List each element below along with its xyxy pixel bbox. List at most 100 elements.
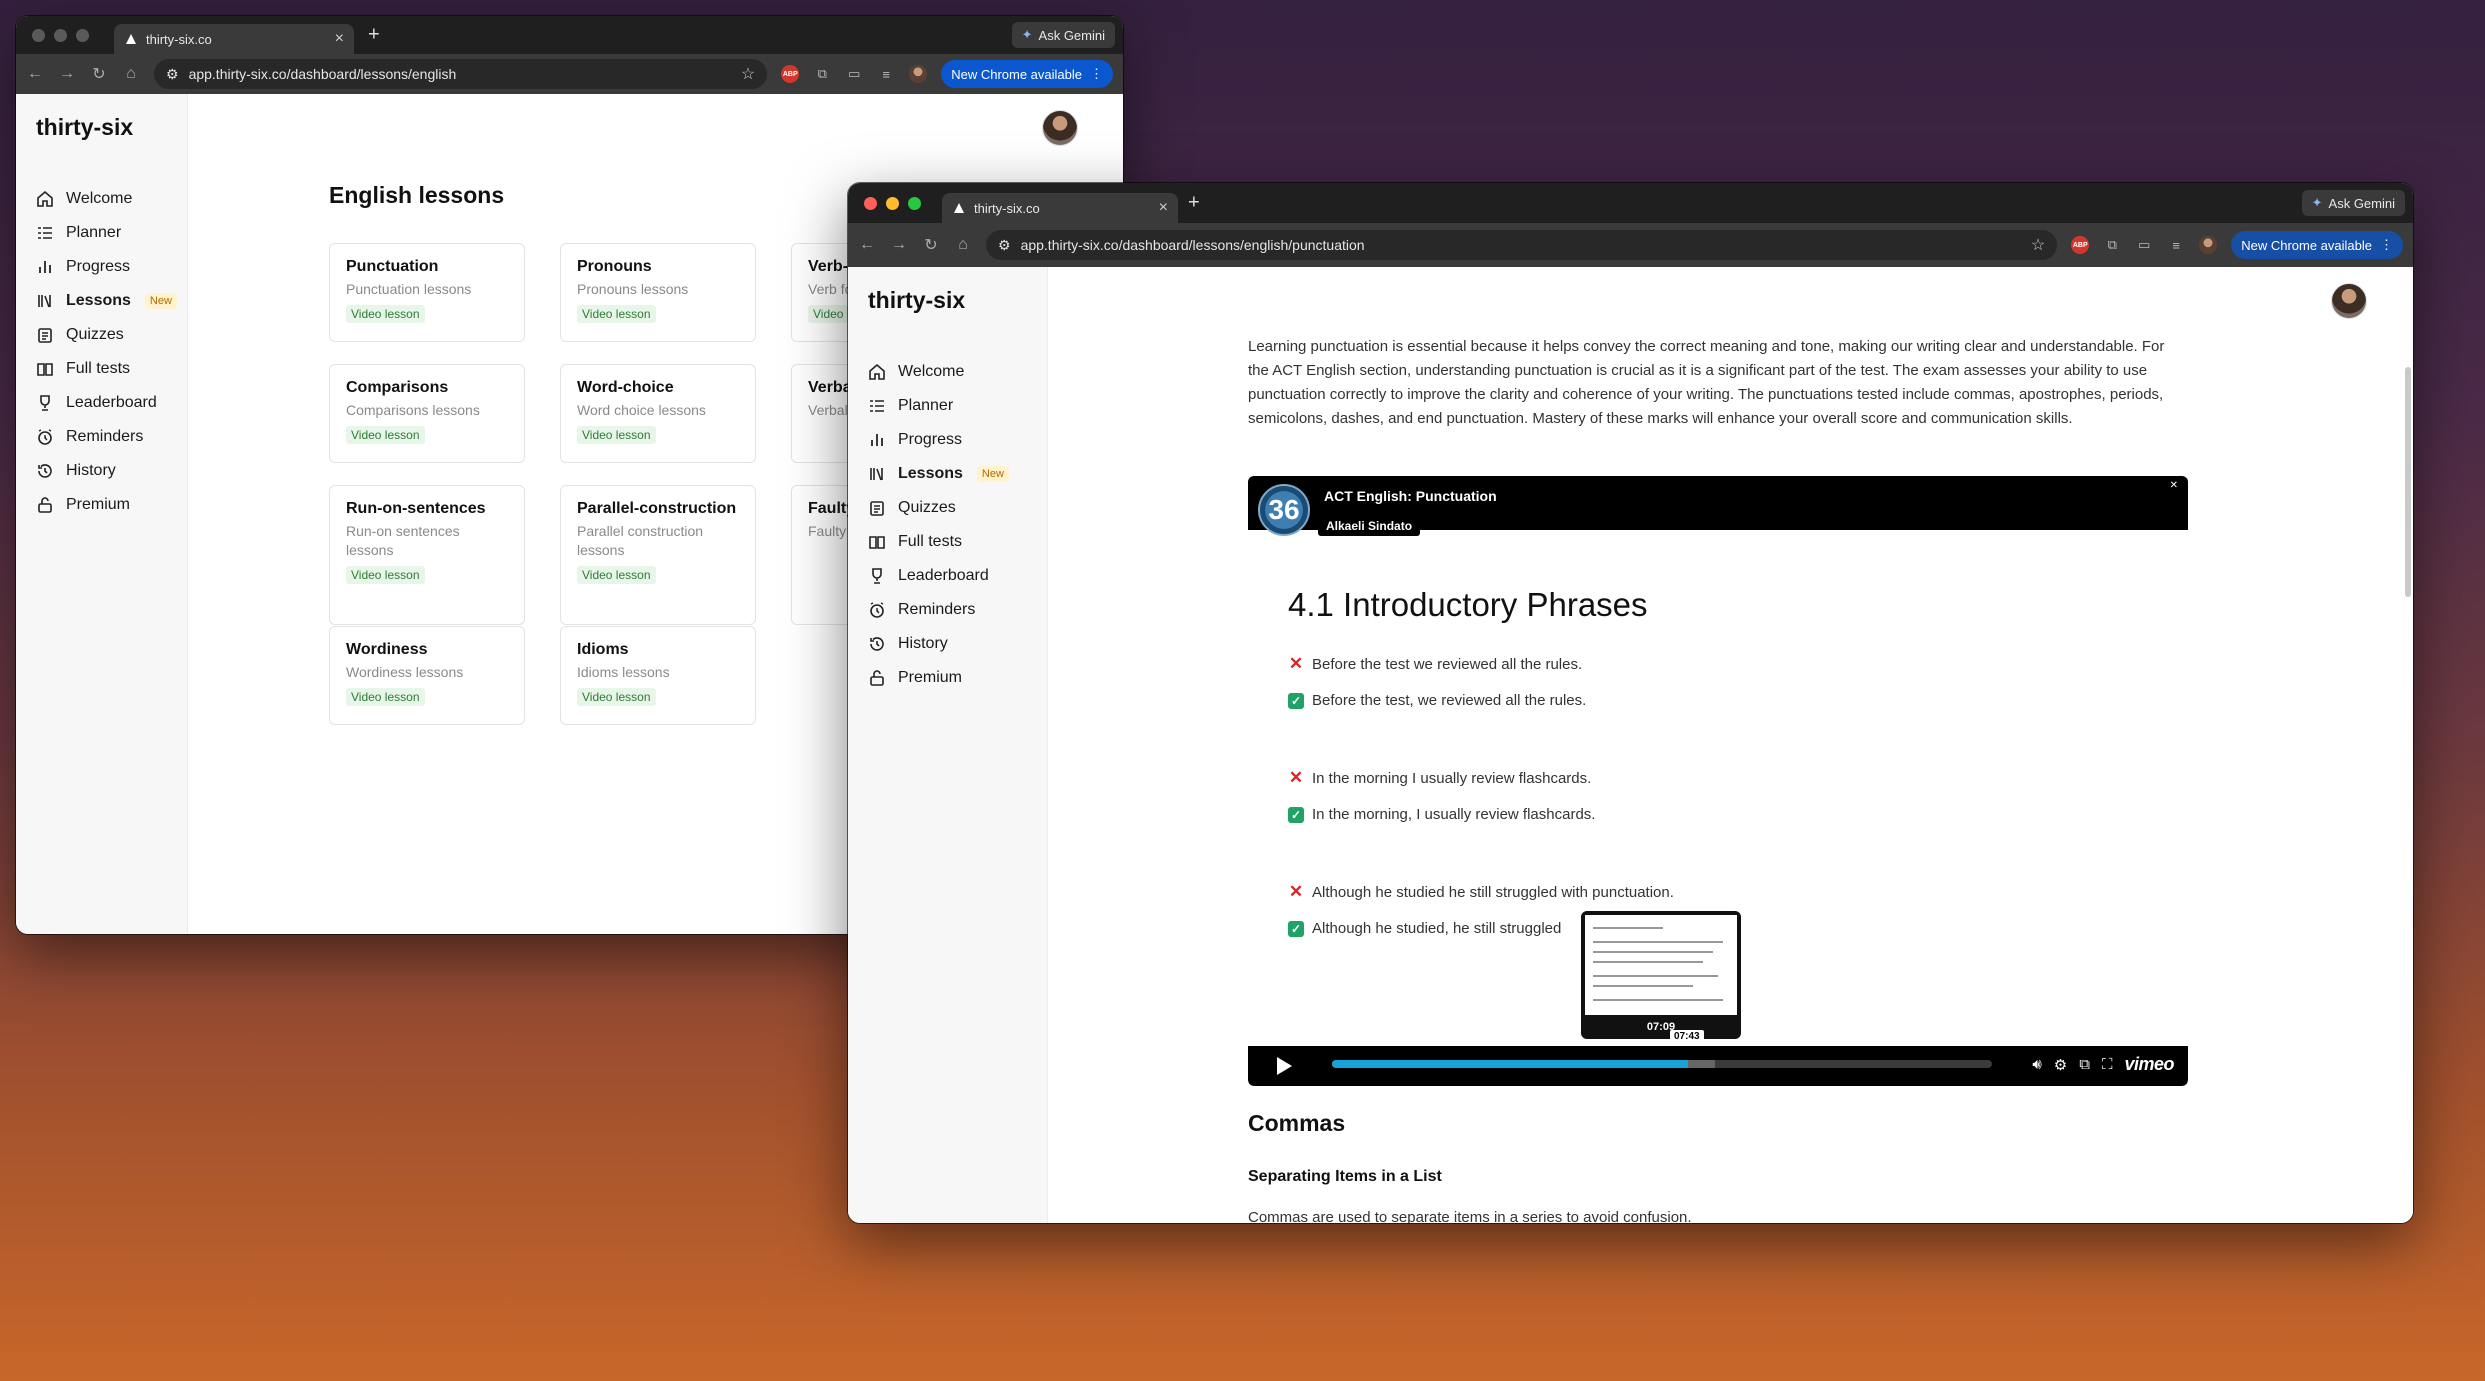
address-bar[interactable]: ⚙ app.thirty-six.co/dashboard/lessons/en… xyxy=(986,230,2058,260)
sidebar-item-label: Lessons xyxy=(898,465,963,482)
sidebar-item-history[interactable]: History xyxy=(36,454,177,488)
minimize-window-button[interactable] xyxy=(54,28,67,42)
home-icon xyxy=(36,190,54,208)
home-icon[interactable]: ⌂ xyxy=(954,236,972,254)
media-queue-icon[interactable]: ≡ xyxy=(2167,236,2185,254)
sidebar-item-label: Premium xyxy=(66,496,131,513)
new-chrome-available-button[interactable]: New Chrome available ⋮ xyxy=(941,60,1113,88)
forward-arrow-icon[interactable]: → xyxy=(890,236,908,254)
fullscreen-icon[interactable]: ⛶ xyxy=(2102,1056,2113,1073)
sidebar-item-planner[interactable]: Planner xyxy=(868,389,1009,423)
settings-gear-icon[interactable]: ⚙ xyxy=(2054,1056,2067,1074)
kebab-menu-icon[interactable]: ⋮ xyxy=(2380,237,2393,253)
bookmark-star-icon[interactable]: ☆ xyxy=(741,64,755,84)
sidebar-item-quizzes[interactable]: Quizzes xyxy=(36,318,177,352)
address-bar[interactable]: ⚙ app.thirty-six.co/dashboard/lessons/en… xyxy=(154,59,768,89)
back-arrow-icon[interactable]: ← xyxy=(858,236,876,254)
bookmark-star-icon[interactable]: ☆ xyxy=(2031,235,2045,255)
reload-icon[interactable]: ↻ xyxy=(922,235,940,255)
video-lesson-badge: Video lesson xyxy=(577,688,656,706)
video-title[interactable]: ACT English: Punctuation xyxy=(1324,488,1497,504)
browser-tab[interactable]: thirty-six.co × xyxy=(114,24,354,54)
tab-close-icon[interactable]: × xyxy=(1159,199,1168,217)
zoom-window-button[interactable] xyxy=(908,196,921,210)
new-tab-button[interactable]: + xyxy=(368,24,380,47)
sidebar-item-progress[interactable]: Progress xyxy=(868,423,1009,457)
kebab-menu-icon[interactable]: ⋮ xyxy=(1090,66,1103,82)
user-avatar[interactable] xyxy=(2331,283,2367,319)
volume-icon[interactable]: 🔊︎ xyxy=(2032,1056,2041,1073)
sidebar-item-leaderboard[interactable]: Leaderboard xyxy=(36,386,177,420)
reload-icon[interactable]: ↻ xyxy=(90,64,108,84)
sidebar-item-full-tests[interactable]: Full tests xyxy=(36,352,177,386)
lesson-card-subtitle: Pronouns lessons xyxy=(577,281,689,297)
sidebar-item-lessons[interactable]: Lessons New xyxy=(868,457,1009,491)
minimize-window-button[interactable] xyxy=(886,196,899,210)
adblock-extension-icon[interactable]: ABP xyxy=(781,65,800,83)
lesson-card[interactable]: Idioms Idioms lessons Video lesson xyxy=(560,626,756,725)
forward-arrow-icon[interactable]: → xyxy=(58,65,76,83)
ask-gemini-button[interactable]: ✦ Ask Gemini xyxy=(2301,190,2405,216)
sidebar-item-quizzes[interactable]: Quizzes xyxy=(868,491,1009,525)
url-text[interactable]: app.thirty-six.co/dashboard/lessons/engl… xyxy=(1021,237,2021,253)
zoom-window-button[interactable] xyxy=(76,28,89,42)
tab-close-icon[interactable]: × xyxy=(335,30,344,48)
brand-logo[interactable]: thirty-six xyxy=(36,114,133,141)
video-author[interactable]: Alkaeli Sindato xyxy=(1318,516,1421,536)
sidebar-item-leaderboard[interactable]: Leaderboard xyxy=(868,559,1009,593)
back-arrow-icon[interactable]: ← xyxy=(26,65,44,83)
cast-icon[interactable]: ▭ xyxy=(845,65,863,83)
site-info-icon[interactable]: ⚙ xyxy=(998,237,1011,254)
media-queue-icon[interactable]: ≡ xyxy=(877,65,895,83)
lesson-card[interactable]: Pronouns Pronouns lessons Video lesson xyxy=(560,243,756,342)
new-tab-button[interactable]: + xyxy=(1188,192,1200,215)
close-window-button[interactable] xyxy=(864,196,877,210)
lesson-card-title: Idioms xyxy=(577,641,629,658)
video-close-icon[interactable]: ✕ xyxy=(2170,480,2178,491)
play-icon xyxy=(1277,1057,1292,1075)
sidebar-item-welcome[interactable]: Welcome xyxy=(36,182,177,216)
page-scrollbar[interactable] xyxy=(2405,367,2411,597)
sidebar-item-premium[interactable]: Premium xyxy=(36,488,177,522)
lesson-card[interactable]: Word-choice Word choice lessons Video less… xyxy=(560,364,756,463)
correct-example: ✓ Although he studied, he still struggled xyxy=(1288,920,1561,937)
sidebar-item-reminders[interactable]: Reminders xyxy=(36,420,177,454)
site-info-icon[interactable]: ⚙ xyxy=(166,66,179,83)
lesson-card[interactable]: Parallel-construction Parallel constructi… xyxy=(560,485,756,625)
lesson-card-subtitle: Punctuation lessons xyxy=(346,281,472,297)
channel-logo[interactable]: 36 xyxy=(1258,484,1310,536)
sidebar-item-lessons[interactable]: Lessons New xyxy=(36,284,177,318)
adblock-extension-icon[interactable]: ABP xyxy=(2071,236,2090,254)
red-cross-icon: ✕ xyxy=(1288,654,1304,673)
sidebar-item-history[interactable]: History xyxy=(868,627,1009,661)
lesson-card[interactable]: Run-on-sentences Run-on sentences lessons… xyxy=(329,485,525,625)
new-chrome-available-button[interactable]: New Chrome available ⋮ xyxy=(2231,231,2403,259)
close-window-button[interactable] xyxy=(32,28,45,42)
user-avatar[interactable] xyxy=(1042,110,1078,146)
play-button[interactable] xyxy=(1254,1048,1314,1084)
lesson-card[interactable]: Wordiness Wordiness lessons Video lesson xyxy=(329,626,525,725)
profile-avatar-icon[interactable] xyxy=(909,65,928,83)
picture-in-picture-icon[interactable]: ⧉ xyxy=(2079,1056,2090,1073)
example-sentence: Before the test we reviewed all the rule… xyxy=(1312,655,1583,673)
cast-icon[interactable]: ▭ xyxy=(2135,236,2153,254)
ask-gemini-button[interactable]: ✦ Ask Gemini xyxy=(1011,22,1115,48)
sidebar-item-welcome[interactable]: Welcome xyxy=(868,355,1009,389)
profile-avatar-icon[interactable] xyxy=(2199,236,2218,254)
video-player[interactable]: ACT English: Punctuation ✕ 36 Alkaeli Si… xyxy=(1248,476,2188,1086)
sidebar-item-reminders[interactable]: Reminders xyxy=(868,593,1009,627)
progress-bar[interactable] xyxy=(1332,1060,1992,1068)
url-text[interactable]: app.thirty-six.co/dashboard/lessons/engl… xyxy=(189,66,731,82)
home-icon[interactable]: ⌂ xyxy=(122,65,140,83)
sidebar-item-planner[interactable]: Planner xyxy=(36,216,177,250)
brand-logo[interactable]: thirty-six xyxy=(868,287,965,314)
sidebar-item-full-tests[interactable]: Full tests xyxy=(868,525,1009,559)
vimeo-logo[interactable]: vimeo xyxy=(2124,1054,2174,1075)
lesson-card[interactable]: Punctuation Punctuation lessons Video less… xyxy=(329,243,525,342)
lesson-card[interactable]: Comparisons Comparisons lessons Video less… xyxy=(329,364,525,463)
browser-tab[interactable]: thirty-six.co × xyxy=(942,193,1178,223)
extensions-puzzle-icon[interactable]: ⧉ xyxy=(813,65,831,83)
extensions-puzzle-icon[interactable]: ⧉ xyxy=(2103,236,2121,254)
sidebar-item-progress[interactable]: Progress xyxy=(36,250,177,284)
sidebar-item-premium[interactable]: Premium xyxy=(868,661,1009,695)
